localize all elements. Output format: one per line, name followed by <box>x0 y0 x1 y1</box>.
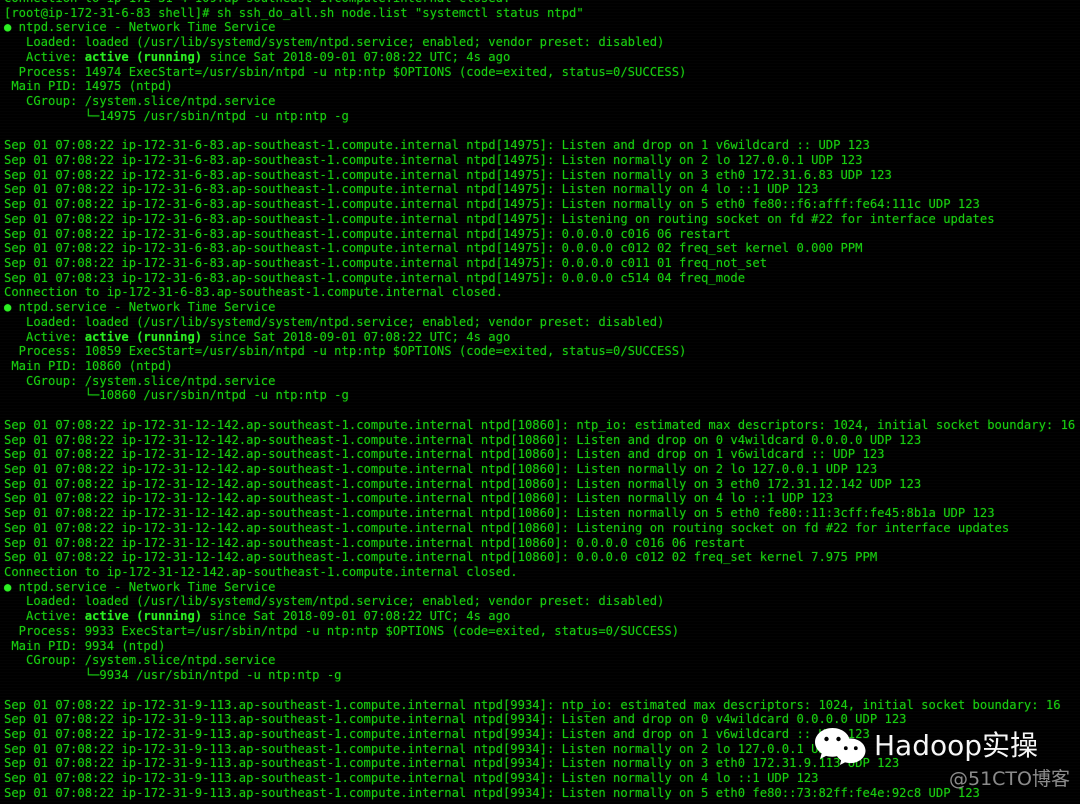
command-line[interactable]: [root@ip-172-31-6-83 shell]# sh ssh_do_a… <box>4 6 1080 21</box>
service-status-bullet-icon: ● <box>4 579 12 594</box>
service-loaded-2: Loaded: loaded (/usr/lib/systemd/system/… <box>4 594 665 609</box>
service-mainpid-0: Main PID: 14975 (ntpd) <box>4 79 173 94</box>
journal-log-line: Sep 01 07:08:22 ip-172-31-12-142.ap-sout… <box>4 520 1010 535</box>
connection-closed-line-0: Connection to ip-172-31-6-83.ap-southeas… <box>4 285 503 300</box>
service-active-2: Active: active (running) since Sat 2018-… <box>4 609 511 624</box>
journal-log-line: Sep 01 07:08:22 ip-172-31-6-83.ap-southe… <box>4 152 863 167</box>
journal-log-line: Sep 01 07:08:22 ip-172-31-6-83.ap-southe… <box>4 197 980 212</box>
connection-closed-line-1: Connection to ip-172-31-12-142.ap-southe… <box>4 565 518 580</box>
journal-log-line: Sep 01 07:08:22 ip-172-31-12-142.ap-sout… <box>4 462 878 476</box>
service-active-state: active (running) <box>84 609 203 624</box>
journal-log-line: Sep 01 07:08:22 ip-172-31-9-113.ap-south… <box>4 726 870 741</box>
service-active-1: Active: active (running) since Sat 2018-… <box>4 329 511 344</box>
journal-log-line: Sep 01 07:08:22 ip-172-31-6-83.ap-southe… <box>4 241 863 256</box>
service-cgroup-2: CGroup: /system.slice/ntpd.service <box>4 653 276 668</box>
service-status-bullet-icon: ● <box>4 20 12 35</box>
journal-log-line: Sep 01 07:08:22 ip-172-31-12-142.ap-sout… <box>4 491 834 506</box>
service-loaded-0: Loaded: loaded (/usr/lib/systemd/system/… <box>4 35 665 50</box>
journal-log-line: Sep 01 07:08:22 ip-172-31-9-113.ap-south… <box>4 697 1061 712</box>
journal-log-line: Sep 01 07:08:22 ip-172-31-9-113.ap-south… <box>4 756 900 771</box>
service-mainpid-1: Main PID: 10860 (ntpd) <box>4 358 173 373</box>
journal-log-line: Sep 01 07:08:22 ip-172-31-9-113.ap-south… <box>4 712 907 727</box>
service-status-bullet-icon: ● <box>4 300 12 315</box>
journal-log-line: Sep 01 07:08:22 ip-172-31-6-83.ap-southe… <box>4 138 870 153</box>
service-active-state: active (running) <box>84 329 203 344</box>
service-process-0: Process: 14974 ExecStart=/usr/sbin/ntpd … <box>4 64 687 79</box>
service-active-0: Active: active (running) since Sat 2018-… <box>4 49 511 64</box>
journal-log-line: Sep 01 07:08:22 ip-172-31-12-142.ap-sout… <box>4 447 885 462</box>
service-process-2: Process: 9933 ExecStart=/usr/sbin/ntpd -… <box>4 623 680 638</box>
journal-log-line: Sep 01 07:08:22 ip-172-31-12-142.ap-sout… <box>4 550 878 565</box>
service-mainpid-2: Main PID: 9934 (ntpd) <box>4 638 166 653</box>
service-cgroup-tree-2: └─9934 /usr/sbin/ntpd -u ntp:ntp -g <box>4 668 342 683</box>
terminal-window[interactable]: Connection to ip-172-31-4-109.ap-southea… <box>0 0 1080 804</box>
journal-log-line: Sep 01 07:08:22 ip-172-31-9-113.ap-south… <box>4 771 819 786</box>
service-header-0: ● ntpd.service - Network Time Service <box>4 20 276 35</box>
service-cgroup-tree-0: └─14975 /usr/sbin/ntpd -u ntp:ntp -g <box>4 108 349 123</box>
journal-log-line: Sep 01 07:08:22 ip-172-31-12-142.ap-sout… <box>4 506 995 521</box>
journal-log-line: Sep 01 07:08:22 ip-172-31-12-142.ap-sout… <box>4 476 922 491</box>
service-cgroup-tree-1: └─10860 /usr/sbin/ntpd -u ntp:ntp -g <box>4 388 349 403</box>
journal-log-line: Sep 01 07:08:22 ip-172-31-6-83.ap-southe… <box>4 226 731 241</box>
journal-log-line: Sep 01 07:08:22 ip-172-31-12-142.ap-sout… <box>4 417 1076 432</box>
service-header-2: ● ntpd.service - Network Time Service <box>4 579 276 594</box>
journal-log-line: Sep 01 07:08:22 ip-172-31-6-83.ap-southe… <box>4 255 768 270</box>
service-process-1: Process: 10859 ExecStart=/usr/sbin/ntpd … <box>4 344 687 359</box>
journal-log-line: Sep 01 07:08:22 ip-172-31-12-142.ap-sout… <box>4 432 922 447</box>
journal-log-line: Sep 01 07:08:22 ip-172-31-6-83.ap-southe… <box>4 182 819 197</box>
service-cgroup-0: CGroup: /system.slice/ntpd.service <box>4 94 276 109</box>
journal-log-line: Sep 01 07:08:22 ip-172-31-6-83.ap-southe… <box>4 167 892 182</box>
service-loaded-1: Loaded: loaded (/usr/lib/systemd/system/… <box>4 314 665 329</box>
service-header-1: ● ntpd.service - Network Time Service <box>4 300 276 315</box>
journal-log-line: Sep 01 07:08:22 ip-172-31-6-83.ap-southe… <box>4 211 995 226</box>
terminal-screen: Connection to ip-172-31-4-109.ap-southea… <box>4 0 1080 801</box>
journal-log-line: Sep 01 07:08:22 ip-172-31-12-142.ap-sout… <box>4 535 746 550</box>
service-active-state: active (running) <box>84 49 203 64</box>
journal-log-line: Sep 01 07:08:23 ip-172-31-6-83.ap-southe… <box>4 270 746 285</box>
service-cgroup-1: CGroup: /system.slice/ntpd.service <box>4 373 276 388</box>
journal-log-line: Sep 01 07:08:22 ip-172-31-9-113.ap-south… <box>4 785 980 800</box>
journal-log-line: Sep 01 07:08:22 ip-172-31-9-113.ap-south… <box>4 741 863 756</box>
